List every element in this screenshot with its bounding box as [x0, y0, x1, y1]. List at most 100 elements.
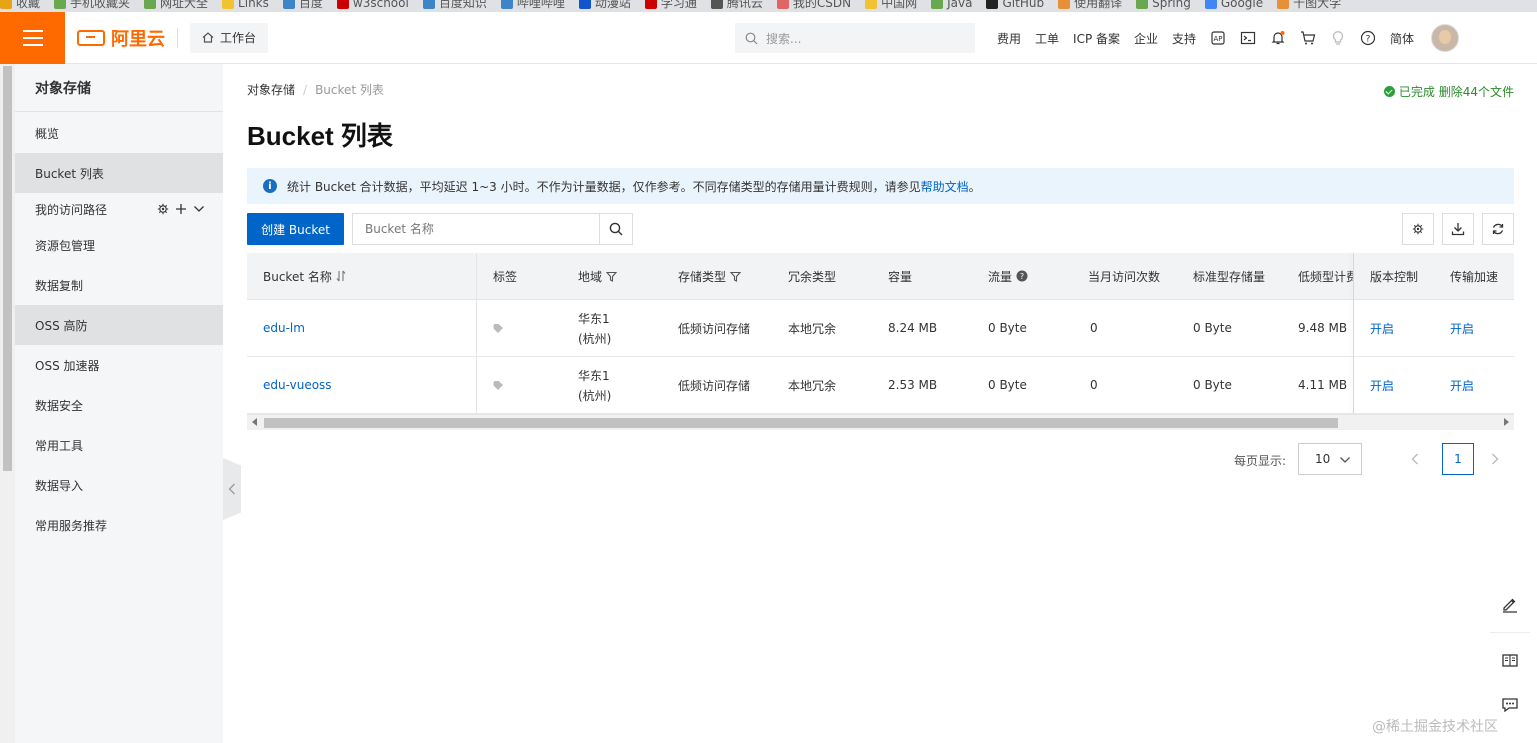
- nav-link-icp[interactable]: ICP 备案: [1073, 30, 1120, 47]
- help-doc-link[interactable]: 帮助文档: [921, 178, 969, 195]
- search-icon: [609, 222, 623, 236]
- download-button[interactable]: [1442, 213, 1474, 245]
- status-message[interactable]: 已完成 删除44个文件: [1383, 83, 1514, 100]
- terminal-icon[interactable]: [1240, 30, 1256, 46]
- edit-icon: [1503, 598, 1517, 613]
- col-bucket-name[interactable]: Bucket 名称: [263, 253, 346, 299]
- sidebar-item-data-import[interactable]: 数据导入: [15, 465, 223, 505]
- sidebar-item-bucket-list[interactable]: Bucket 列表: [15, 153, 223, 193]
- question-icon[interactable]: ?: [1016, 270, 1028, 282]
- bookmark-item[interactable]: 腾讯云: [710, 0, 763, 9]
- tag-icon[interactable]: [493, 380, 504, 390]
- nav-link-enterprise[interactable]: 企业: [1134, 30, 1158, 47]
- prev-page-icon[interactable]: [1410, 451, 1420, 467]
- bookmark-icon: [1204, 0, 1217, 9]
- sidebar-item-overview[interactable]: 概览: [15, 113, 223, 153]
- bookmark-item[interactable]: 收藏: [0, 0, 40, 9]
- menu-icon[interactable]: [0, 11, 65, 64]
- sidebar-item-resource-packages[interactable]: 资源包管理: [15, 225, 223, 265]
- sidebar-item-tools[interactable]: 常用工具: [15, 425, 223, 465]
- bookmark-item[interactable]: Java: [931, 0, 972, 9]
- col-capacity: 容量: [888, 269, 913, 284]
- bookmark-icon: [1136, 0, 1149, 9]
- bookmarks-bar: 收藏 手机收藏夹 网址大全 Links 百度 w3school 百度知识 哔哩哔哩 动漫站 学习通…: [0, 0, 1537, 12]
- bookmark-item[interactable]: w3school: [336, 0, 409, 9]
- refresh-icon: [1492, 223, 1504, 235]
- page-size-select[interactable]: 10: [1298, 443, 1362, 475]
- table-horizontal-scrollbar[interactable]: [247, 414, 1514, 430]
- sidebar-item-data-replication[interactable]: 数据复制: [15, 265, 223, 305]
- bucket-link[interactable]: edu-lm: [263, 321, 305, 335]
- col-tags: 标签: [493, 269, 518, 284]
- sidebar-collapse-toggle[interactable]: [223, 458, 241, 520]
- help-icon[interactable]: ?: [1360, 30, 1376, 46]
- chevron-down-icon[interactable]: [193, 203, 205, 215]
- bookmark-icon: [0, 0, 12, 9]
- aliyun-logo[interactable]: 阿里云: [77, 25, 165, 51]
- breadcrumb-root[interactable]: 对象存储: [247, 81, 295, 98]
- bookmark-icon: [1058, 0, 1071, 9]
- feedback-button[interactable]: [1490, 582, 1530, 626]
- bookmark-item[interactable]: 百度: [282, 0, 323, 9]
- pagination: 每页显示: 10 1: [247, 443, 1514, 475]
- top-search-input[interactable]: 搜索...: [735, 23, 975, 53]
- bookmark-item[interactable]: 手机收藏夹: [54, 0, 130, 9]
- bookmark-item[interactable]: 学习通: [644, 0, 697, 9]
- filter-icon[interactable]: [730, 271, 742, 282]
- create-bucket-button[interactable]: 创建 Bucket: [247, 213, 344, 245]
- nav-link-support[interactable]: 支持: [1172, 30, 1196, 47]
- info-notice: i 统计 Bucket 合计数据，平均延迟 1~3 小时。不作为计量数据，仅作参…: [247, 168, 1514, 204]
- settings-button[interactable]: [1402, 213, 1434, 245]
- tag-icon[interactable]: [493, 323, 504, 333]
- accel-enable-link[interactable]: 开启: [1450, 320, 1474, 337]
- top-navbar: 阿里云 工作台 搜索... 费用 工单 ICP 备案 企业 支持 AP ? 简体: [0, 11, 1537, 64]
- bookmark-item[interactable]: Links: [222, 0, 269, 9]
- bookmark-item[interactable]: 网址大全: [144, 0, 208, 9]
- workbench-button[interactable]: 工作台: [190, 22, 269, 53]
- versioning-enable-link[interactable]: 开启: [1370, 320, 1394, 337]
- cart-icon[interactable]: [1300, 30, 1316, 46]
- avatar[interactable]: [1431, 24, 1460, 52]
- bucket-table: Bucket 名称 标签 地域 存储类型 冗余类型 容量 流量 ? 当月访问次数…: [247, 253, 1514, 414]
- docs-button[interactable]: [1490, 639, 1530, 683]
- gear-icon[interactable]: [157, 203, 169, 215]
- nav-link-tickets[interactable]: 工单: [1035, 30, 1059, 47]
- col-traffic: 流量 ?: [988, 253, 1028, 299]
- versioning-enable-link[interactable]: 开启: [1370, 377, 1394, 394]
- bookmark-item[interactable]: Google: [1204, 0, 1263, 9]
- bookmark-icon: [986, 0, 999, 9]
- refresh-button[interactable]: [1482, 213, 1514, 245]
- page-scrollbar[interactable]: [0, 64, 15, 743]
- lightbulb-icon[interactable]: [1330, 30, 1346, 46]
- bookmark-item[interactable]: 哔哩哔哩: [500, 0, 565, 9]
- bookmark-item[interactable]: 中国网: [865, 0, 917, 9]
- bookmark-item[interactable]: 我的CSDN: [776, 0, 851, 9]
- chevron-down-icon: [1340, 457, 1350, 463]
- bell-icon[interactable]: [1270, 30, 1286, 46]
- bookmark-item[interactable]: 使用翻译: [1058, 0, 1122, 9]
- bookmark-item[interactable]: GitHub: [986, 0, 1044, 9]
- sort-icon[interactable]: [336, 270, 346, 282]
- page-number-current[interactable]: 1: [1442, 443, 1474, 475]
- nav-link-fees[interactable]: 费用: [997, 30, 1021, 47]
- plus-icon[interactable]: [175, 203, 187, 215]
- sidebar-item-oss-accelerator[interactable]: OSS 加速器: [15, 345, 223, 385]
- search-button[interactable]: [599, 214, 632, 244]
- home-icon: [202, 32, 214, 43]
- language-switch[interactable]: 简体: [1390, 30, 1414, 47]
- accel-enable-link[interactable]: 开启: [1450, 377, 1474, 394]
- page-size-label: 每页显示:: [1234, 454, 1287, 468]
- bookmark-item[interactable]: 百度知识: [422, 0, 487, 9]
- bookmark-item[interactable]: 千图大学: [1277, 0, 1341, 9]
- bookmark-item[interactable]: Spring: [1136, 0, 1191, 9]
- sidebar-item-data-security[interactable]: 数据安全: [15, 385, 223, 425]
- bucket-search-input[interactable]: [353, 214, 600, 244]
- api-icon[interactable]: AP: [1210, 30, 1226, 46]
- filter-icon[interactable]: [606, 271, 618, 282]
- bucket-link[interactable]: edu-vueoss: [263, 378, 332, 392]
- bookmark-item[interactable]: 动漫站: [578, 0, 631, 9]
- sidebar-item-oss-ddos[interactable]: OSS 高防: [15, 305, 223, 345]
- sidebar-item-recommended[interactable]: 常用服务推荐: [15, 505, 223, 545]
- col-redundancy: 冗余类型: [788, 269, 837, 284]
- next-page-icon[interactable]: [1490, 451, 1500, 467]
